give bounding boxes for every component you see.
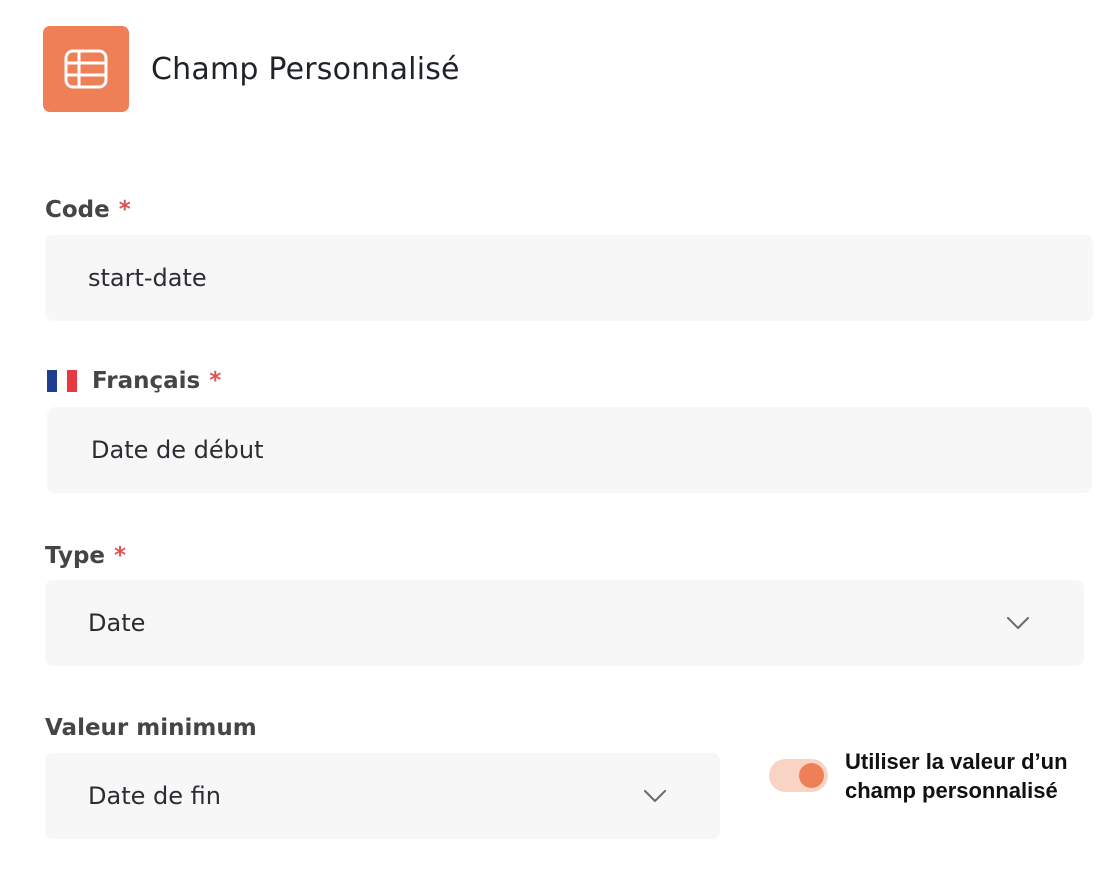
required-mark: * [118,197,131,223]
toggle-knob [799,763,824,788]
required-mark: * [209,368,222,394]
chevron-down-icon [642,788,668,804]
flag-fr-icon [47,370,77,392]
valeur-minimum-label: Valeur minimum [45,715,257,741]
francais-input[interactable]: Date de début [47,407,1092,493]
valeur-minimum-select[interactable]: Date de fin [45,753,720,839]
francais-input-value: Date de début [91,436,264,464]
table-icon [43,26,129,112]
code-label-text: Code [45,197,110,223]
francais-label: Français * [47,368,221,394]
use-custom-field-toggle[interactable] [769,759,828,792]
valeur-minimum-select-value: Date de fin [88,782,221,810]
page-title: Champ Personnalisé [151,51,460,87]
use-custom-field-toggle-label: Utiliser la valeur d’un champ personnali… [845,749,1068,803]
valeur-minimum-label-text: Valeur minimum [45,715,257,741]
code-input[interactable]: start-date [45,235,1093,321]
required-mark: * [114,543,127,569]
type-select-value: Date [88,609,146,637]
type-label: Type * [45,543,126,569]
type-label-text: Type [45,543,106,569]
type-select[interactable]: Date [45,580,1084,666]
chevron-down-icon [1005,615,1031,631]
code-label: Code * [45,197,131,223]
code-input-value: start-date [88,264,207,292]
header: Champ Personnalisé [43,26,460,112]
francais-label-text: Français [92,368,201,394]
